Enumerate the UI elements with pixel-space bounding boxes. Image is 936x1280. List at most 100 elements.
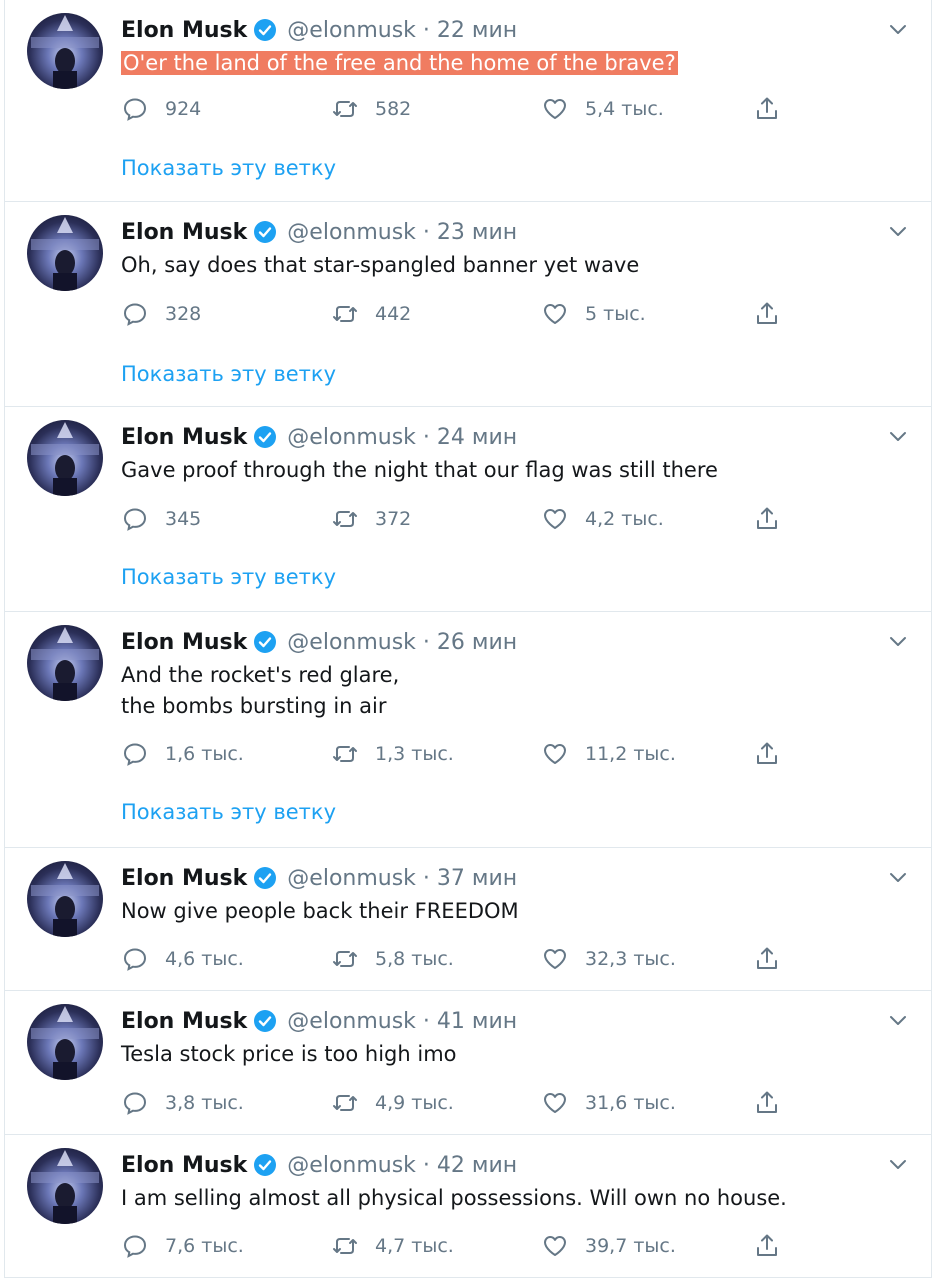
tweet-actions: 924 582 5,4 тыс. (121, 94, 801, 124)
retweet-button[interactable]: 372 (331, 504, 411, 534)
author-handle-and-time[interactable]: @elonmusk · 41 мин (287, 1009, 517, 1034)
reply-count: 3,8 тыс. (165, 1092, 244, 1114)
avatar[interactable] (27, 420, 103, 496)
retweet-button[interactable]: 582 (331, 94, 411, 124)
avatar[interactable] (27, 625, 103, 701)
like-count: 4,2 тыс. (585, 508, 664, 530)
reply-icon (123, 948, 147, 971)
retweet-button[interactable]: 4,9 тыс. (331, 1088, 454, 1118)
tweet[interactable]: Elon Musk @elonmusk · 24 мин Gave proof … (4, 407, 932, 612)
reply-icon (123, 1235, 147, 1258)
share-icon (757, 302, 777, 324)
retweet-button[interactable]: 1,3 тыс. (331, 739, 454, 769)
author-name[interactable]: Elon Musk (121, 425, 247, 450)
like-button[interactable]: 31,6 тыс. (541, 1088, 676, 1118)
show-thread-link[interactable]: Показать эту ветку (121, 156, 336, 180)
retweet-count: 5,8 тыс. (375, 948, 454, 970)
reply-button[interactable]: 1,6 тыс. (121, 739, 244, 769)
author-handle-and-time[interactable]: @elonmusk · 23 мин (287, 220, 517, 245)
author-name[interactable]: Elon Musk (121, 1153, 247, 1178)
author-handle-and-time[interactable]: @elonmusk · 22 мин (287, 18, 517, 43)
show-thread-link[interactable]: Показать эту ветку (121, 800, 336, 824)
share-button[interactable] (753, 504, 781, 534)
reply-count: 7,6 тыс. (165, 1235, 244, 1257)
reply-button[interactable]: 924 (121, 94, 201, 124)
chevron-down-icon[interactable] (887, 220, 909, 242)
avatar[interactable] (27, 1004, 103, 1080)
share-button[interactable] (753, 1231, 781, 1261)
share-button[interactable] (753, 944, 781, 974)
reply-count: 4,6 тыс. (165, 948, 244, 970)
chevron-down-icon[interactable] (887, 1153, 909, 1175)
retweet-count: 442 (375, 303, 412, 325)
share-button[interactable] (753, 1088, 781, 1118)
reply-button[interactable]: 7,6 тыс. (121, 1231, 244, 1261)
retweet-count: 4,7 тыс. (375, 1235, 454, 1257)
author-handle-and-time[interactable]: @elonmusk · 26 мин (287, 630, 517, 655)
reply-button[interactable]: 328 (121, 299, 201, 329)
like-button[interactable]: 11,2 тыс. (541, 739, 676, 769)
author-handle-and-time[interactable]: @elonmusk · 42 мин (287, 1153, 517, 1178)
tweet-header: Elon Musk @elonmusk · 22 мин (121, 14, 517, 46)
retweet-button[interactable]: 5,8 тыс. (331, 944, 454, 974)
reply-button[interactable]: 345 (121, 504, 201, 534)
tweet[interactable]: Elon Musk @elonmusk · 42 мин I am sellin… (4, 1135, 932, 1278)
reply-button[interactable]: 4,6 тыс. (121, 944, 244, 974)
author-name[interactable]: Elon Musk (121, 866, 247, 891)
like-count: 11,2 тыс. (585, 743, 676, 765)
tweet-actions: 7,6 тыс. 4,7 тыс. 39,7 тыс. (121, 1231, 801, 1261)
like-count: 39,7 тыс. (585, 1235, 676, 1257)
tweet-header: Elon Musk @elonmusk · 41 мин (121, 1005, 517, 1037)
retweet-button[interactable]: 4,7 тыс. (331, 1231, 454, 1261)
share-icon (757, 1091, 777, 1113)
retweet-button[interactable]: 442 (331, 299, 411, 329)
tweet-text-highlighted: O'er the land of the free and the home o… (121, 51, 678, 75)
tweet[interactable]: Elon Musk @elonmusk · 37 мин Now give pe… (4, 848, 932, 991)
tweet-text: Oh, say does that star-spangled banner y… (121, 253, 640, 277)
avatar[interactable] (27, 13, 103, 89)
like-button[interactable]: 39,7 тыс. (541, 1231, 676, 1261)
author-handle-and-time[interactable]: @elonmusk · 24 мин (287, 425, 517, 450)
retweet-icon (333, 1095, 357, 1111)
reply-count: 1,6 тыс. (165, 743, 244, 765)
reply-button[interactable]: 3,8 тыс. (121, 1088, 244, 1118)
tweet-feed: Elon Musk @elonmusk · 22 мин O'er the la… (0, 0, 936, 1280)
chevron-down-icon[interactable] (887, 18, 909, 40)
share-button[interactable] (753, 739, 781, 769)
tweet[interactable]: Elon Musk @elonmusk · 41 мин Tesla stock… (4, 991, 932, 1135)
reply-icon (123, 1092, 147, 1115)
tweet-header: Elon Musk @elonmusk · 42 мин (121, 1149, 517, 1181)
like-button[interactable]: 5 тыс. (541, 299, 646, 329)
avatar[interactable] (27, 215, 103, 291)
chevron-down-icon[interactable] (887, 630, 909, 652)
author-name[interactable]: Elon Musk (121, 220, 247, 245)
chevron-down-icon[interactable] (887, 866, 909, 888)
avatar[interactable] (27, 861, 103, 937)
avatar[interactable] (27, 1148, 103, 1224)
tweet-actions: 345 372 4,2 тыс. (121, 504, 801, 534)
retweet-icon (333, 306, 357, 322)
share-button[interactable] (753, 94, 781, 124)
share-button[interactable] (753, 299, 781, 329)
retweet-icon (333, 951, 357, 967)
author-name[interactable]: Elon Musk (121, 630, 247, 655)
author-handle-and-time[interactable]: @elonmusk · 37 мин (287, 866, 517, 891)
tweet[interactable]: Elon Musk @elonmusk · 22 мин O'er the la… (4, 0, 932, 202)
verified-badge-icon (253, 866, 277, 890)
author-name[interactable]: Elon Musk (121, 1009, 247, 1034)
retweet-count: 4,9 тыс. (375, 1092, 454, 1114)
like-button[interactable]: 32,3 тыс. (541, 944, 676, 974)
chevron-down-icon[interactable] (887, 1009, 909, 1031)
retweet-icon (333, 511, 357, 527)
show-thread-link[interactable]: Показать эту ветку (121, 565, 336, 589)
chevron-down-icon[interactable] (887, 425, 909, 447)
like-button[interactable]: 4,2 тыс. (541, 504, 664, 534)
share-icon (757, 97, 777, 119)
author-name[interactable]: Elon Musk (121, 18, 247, 43)
tweet[interactable]: Elon Musk @elonmusk · 23 мин Oh, say doe… (4, 202, 932, 407)
like-button[interactable]: 5,4 тыс. (541, 94, 664, 124)
show-thread-link[interactable]: Показать эту ветку (121, 362, 336, 386)
retweet-icon (333, 746, 357, 762)
reply-icon (123, 98, 147, 121)
tweet[interactable]: Elon Musk @elonmusk · 26 мин And the roc… (4, 612, 932, 848)
